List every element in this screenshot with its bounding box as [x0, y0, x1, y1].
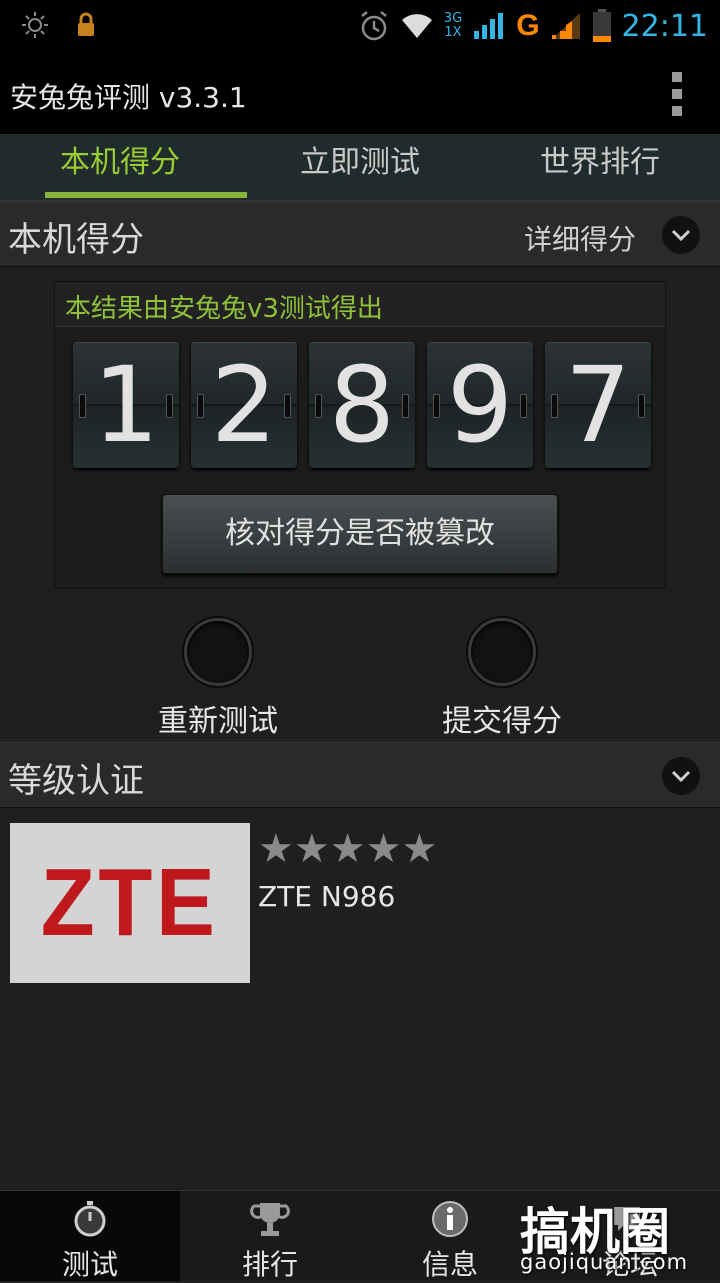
brightness-icon	[22, 12, 48, 38]
nav-info[interactable]: 信息	[360, 1191, 540, 1281]
nav-ranking-label: 排行	[241, 1248, 298, 1281]
clock: 22:11	[621, 8, 708, 44]
score-digit: 2	[191, 342, 297, 468]
signal-icon	[474, 13, 504, 39]
device-model: ZTE N986	[258, 880, 396, 913]
tab-my-score[interactable]: 本机得分	[0, 134, 247, 200]
network-1x-label: 1X	[444, 25, 462, 40]
action-bar: 安兔兔评测 v3.3.1	[0, 52, 720, 134]
alarm-icon	[361, 11, 387, 41]
score-caption: 本结果由安兔兔v3测试得出	[65, 294, 383, 324]
tab-world-ranking[interactable]: 世界排行	[480, 134, 720, 200]
network-3g-label: 3G	[443, 11, 463, 26]
nav-test[interactable]: 测试	[0, 1191, 180, 1281]
brand-logo: ZTE	[10, 823, 250, 983]
chevron-down-icon[interactable]	[662, 216, 700, 254]
submit-score-button[interactable]	[468, 618, 536, 686]
retest-label: 重新测试	[158, 704, 278, 739]
status-bar: 3G 1X G 22:11	[0, 0, 720, 52]
score-section-title: 本机得分	[8, 220, 144, 260]
score-caption-bar: 本结果由安兔兔v3测试得出	[55, 282, 665, 327]
battery-icon	[592, 9, 611, 42]
trophy-icon	[250, 1203, 290, 1236]
app-title: 安兔兔评测 v3.3.1	[10, 81, 247, 114]
info-icon	[432, 1201, 468, 1237]
network-g-label: G	[516, 9, 540, 42]
watermark-url: gaojiquan.com	[520, 1250, 689, 1274]
retest-action[interactable]: 重新测试	[118, 618, 318, 740]
score-digit: 7	[545, 342, 651, 468]
brand-logo-text: ZTE	[41, 849, 219, 956]
score-digit: 1	[73, 342, 179, 468]
cert-section-title: 等级认证	[8, 761, 144, 801]
nav-test-label: 测试	[61, 1248, 118, 1281]
cert-section-header[interactable]: 等级认证	[0, 742, 720, 808]
submit-action[interactable]: 提交得分	[402, 618, 602, 740]
verify-score-button[interactable]: 核对得分是否被篡改	[162, 494, 558, 574]
retest-button[interactable]	[184, 618, 252, 686]
score-section-header[interactable]: 本机得分 详细得分	[0, 201, 720, 267]
overflow-menu-icon[interactable]	[672, 72, 684, 116]
nav-ranking[interactable]: 排行	[180, 1191, 360, 1281]
score-digit: 8	[309, 342, 415, 468]
signal-2-icon	[551, 13, 580, 39]
lock-icon	[78, 12, 94, 36]
nav-info-label: 信息	[421, 1248, 478, 1281]
tab-test-now[interactable]: 立即测试	[240, 134, 480, 200]
tab-bar: 本机得分 立即测试 世界排行	[0, 134, 720, 202]
network-type: 3G 1X	[444, 12, 462, 40]
submit-label: 提交得分	[442, 704, 562, 739]
score-digit: 9	[427, 342, 533, 468]
score-digits: 1 2 8 9 7	[73, 342, 651, 468]
stopwatch-icon	[74, 1201, 106, 1237]
chevron-down-icon[interactable]	[662, 757, 700, 795]
detail-score-link[interactable]: 详细得分	[524, 218, 636, 258]
rating-stars: ★★★★★	[258, 826, 438, 872]
wifi-icon	[401, 14, 432, 38]
score-panel: 本结果由安兔兔v3测试得出 1 2 8 9 7 核对得分是否被篡改	[54, 281, 666, 589]
